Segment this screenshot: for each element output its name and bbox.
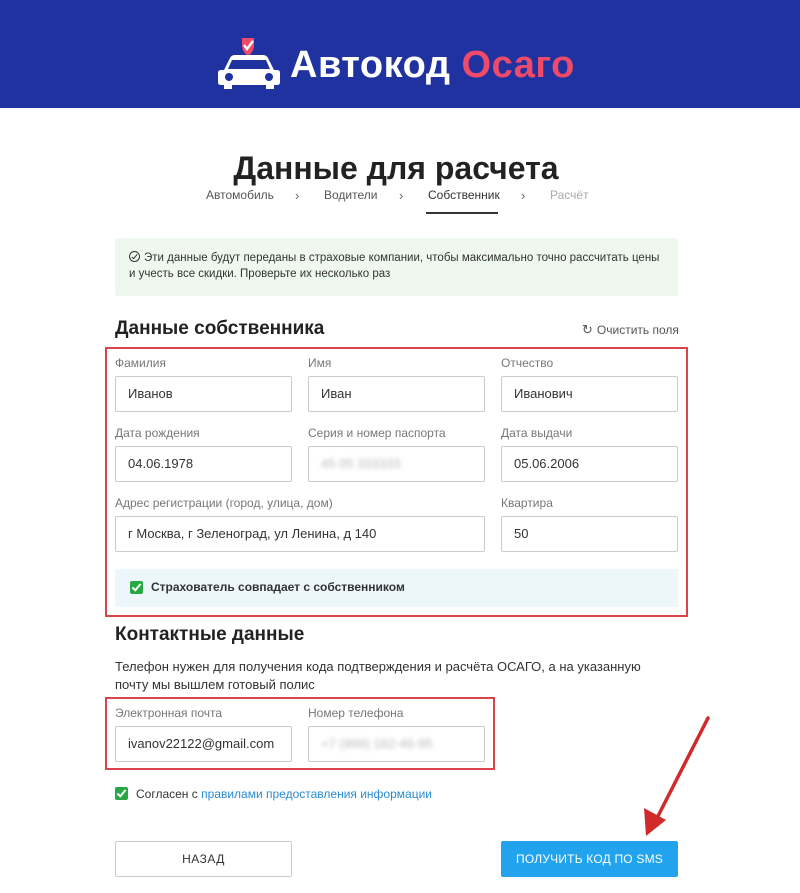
header: Автокод Осаго <box>0 0 800 108</box>
apartment-label: Квартира <box>501 496 553 510</box>
brand-logo[interactable]: Автокод Осаго <box>214 18 594 98</box>
back-button[interactable]: НАЗАД <box>115 841 292 877</box>
active-step-underline <box>426 212 498 214</box>
info-text: Эти данные будут переданы в страховые ко… <box>129 252 660 280</box>
step-drivers[interactable]: Водители <box>324 188 377 202</box>
annotation-arrow-icon <box>644 716 710 836</box>
step-navigation: Автомобиль › Водители › Собственник › Ра… <box>0 188 800 218</box>
phone-input[interactable]: +7 (999) 162-46-95 <box>308 726 485 762</box>
step-owner[interactable]: Собственник <box>428 188 500 202</box>
address-label: Адрес регистрации (город, улица, дом) <box>115 496 333 510</box>
middle-name-label: Отчество <box>501 356 554 370</box>
check-circle-icon <box>129 251 140 262</box>
agree-label: Согласен с правилами предоставления инфо… <box>136 787 432 801</box>
passport-input[interactable]: 45 05 333333 <box>308 446 485 482</box>
passport-label: Серия и номер паспорта <box>308 426 446 440</box>
address-input[interactable]: г Москва, г Зеленоград, ул Ленина, д 140 <box>115 516 485 552</box>
chevron-right-icon: › <box>521 188 526 203</box>
birth-date-label: Дата рождения <box>115 426 200 440</box>
middle-name-input[interactable]: Иванович <box>501 376 678 412</box>
issue-date-input[interactable]: 05.06.2006 <box>501 446 678 482</box>
clear-fields-button[interactable]: ↻ Очистить поля <box>582 322 679 338</box>
apartment-input[interactable]: 50 <box>501 516 678 552</box>
brand-name: Автокод Осаго <box>290 44 575 86</box>
car-shield-icon <box>218 38 280 89</box>
agree-checkbox[interactable] <box>115 787 128 800</box>
last-name-label: Фамилия <box>115 356 166 370</box>
owner-section-title: Данные собственника <box>115 318 325 339</box>
email-input[interactable]: ivanov22122@gmail.com <box>115 726 292 762</box>
page-title: Данные для расчета <box>233 150 559 186</box>
insurer-match-label: Страхователь совпадает с собственником <box>151 580 405 594</box>
info-notice: Эти данные будут переданы в страховые ко… <box>115 238 678 296</box>
contacts-section-title: Контактные данные <box>115 624 305 645</box>
email-label: Электронная почта <box>115 706 223 720</box>
chevron-right-icon: › <box>295 188 300 203</box>
first-name-label: Имя <box>308 356 332 370</box>
last-name-input[interactable]: Иванов <box>115 376 292 412</box>
issue-date-label: Дата выдачи <box>501 426 573 440</box>
first-name-input[interactable]: Иван <box>308 376 485 412</box>
insurer-match-checkbox[interactable] <box>130 581 143 594</box>
step-car[interactable]: Автомобиль <box>206 188 274 202</box>
contacts-description: Телефон нужен для получения кода подтвер… <box>115 659 641 692</box>
step-calculation: Расчёт <box>550 188 589 202</box>
birth-date-input[interactable]: 04.06.1978 <box>115 446 292 482</box>
info-rules-link[interactable]: правилами предоставления информации <box>201 787 432 801</box>
reload-icon: ↻ <box>582 322 593 337</box>
chevron-right-icon: › <box>399 188 404 203</box>
phone-label: Номер телефона <box>308 706 404 720</box>
get-sms-code-button[interactable]: ПОЛУЧИТЬ КОД ПО SMS <box>501 841 678 877</box>
